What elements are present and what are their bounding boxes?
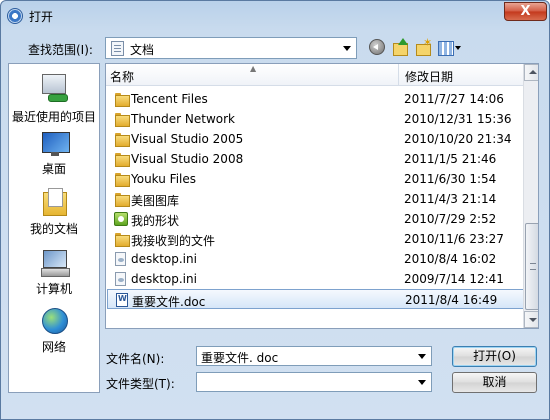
chevron-down-icon[interactable] — [418, 354, 426, 359]
place-label: 计算机 — [35, 282, 72, 296]
file-name: Youku Files — [131, 172, 197, 186]
file-date: 2009/7/14 12:41 — [404, 272, 504, 286]
scroll-up-icon[interactable] — [524, 64, 538, 81]
list-item[interactable]: Thunder Network 2010/12/31 15:36 — [107, 109, 524, 129]
title-bar[interactable]: 打开 X — [1, 1, 549, 31]
column-header-row: 名称 ▲ 修改日期 — [106, 64, 523, 86]
file-name: Thunder Network — [131, 112, 235, 126]
scrollbar-thumb[interactable] — [525, 223, 538, 310]
scroll-down-icon[interactable] — [524, 311, 538, 328]
file-date: 2010/12/31 15:36 — [404, 112, 512, 126]
app-icon — [7, 8, 23, 24]
documents-folder-icon — [111, 41, 124, 56]
file-type-dropdown[interactable] — [196, 372, 432, 392]
column-header-date-modified[interactable]: 修改日期 — [405, 68, 453, 85]
file-date: 2011/7/27 14:06 — [404, 92, 504, 106]
up-folder-icon[interactable] — [393, 38, 409, 57]
file-date: 2011/6/30 1:54 — [404, 172, 497, 186]
place-computer[interactable]: 计算机 — [9, 250, 99, 296]
folder-icon — [115, 233, 130, 247]
place-label: 网络 — [41, 340, 66, 354]
list-item[interactable]: Tencent Files 2011/7/27 14:06 — [107, 89, 524, 109]
list-item[interactable]: 我接收到的文件 2010/11/6 23:27 — [107, 229, 524, 249]
file-name: 我接收到的文件 — [131, 234, 216, 248]
list-item[interactable]: desktop.ini 2010/8/4 16:02 — [107, 249, 524, 269]
column-divider[interactable] — [398, 64, 399, 86]
desktop-icon — [42, 132, 70, 158]
list-item-selected[interactable]: 重要文件.doc 2011/8/4 16:49 — [107, 289, 524, 309]
column-header-name[interactable]: 名称 — [110, 68, 134, 85]
folder-icon — [115, 153, 130, 167]
file-name: Visual Studio 2005 — [131, 132, 244, 146]
list-item[interactable]: Youku Files 2011/6/30 1:54 — [107, 169, 524, 189]
window-title: 打开 — [29, 10, 54, 24]
recent-items-icon — [40, 72, 68, 102]
network-icon — [42, 308, 68, 334]
file-name: desktop.ini — [131, 272, 197, 286]
file-type-label: 文件类型(T): — [106, 377, 175, 391]
place-label: 桌面 — [41, 162, 66, 176]
open-file-dialog: 打开 X 查找范围(I): 文档 最近使用的项目 桌面 我的文档 计算机 网络 — [0, 0, 550, 420]
settings-file-icon — [115, 272, 126, 286]
look-in-label: 查找范围(I): — [28, 43, 93, 57]
folder-icon — [115, 173, 130, 187]
file-name-input[interactable]: 重要文件. doc — [196, 346, 432, 366]
back-icon[interactable] — [369, 39, 385, 55]
cancel-button[interactable]: 取消 — [452, 372, 537, 393]
file-date: 2011/1/5 21:46 — [404, 152, 497, 166]
new-folder-icon[interactable] — [416, 36, 432, 57]
file-name: Tencent Files — [131, 92, 208, 106]
look-in-dropdown[interactable]: 文档 — [105, 37, 357, 59]
file-date: 2011/8/4 16:49 — [405, 293, 498, 307]
open-button[interactable]: 打开(O) — [452, 346, 537, 367]
place-label: 最近使用的项目 — [11, 110, 96, 124]
list-item[interactable]: desktop.ini 2009/7/14 12:41 — [107, 269, 524, 289]
computer-icon — [41, 250, 70, 277]
chevron-down-icon[interactable] — [418, 380, 426, 385]
look-in-value: 文档 — [130, 43, 155, 57]
place-network[interactable]: 网络 — [9, 308, 99, 354]
file-name: Visual Studio 2008 — [131, 152, 244, 166]
folder-icon — [115, 113, 130, 127]
file-name-label: 文件名(N): — [106, 352, 165, 366]
list-item[interactable]: Visual Studio 2008 2011/1/5 21:46 — [107, 149, 524, 169]
folder-icon — [115, 133, 130, 147]
shapes-folder-icon — [114, 212, 128, 226]
file-date: 2010/10/20 21:34 — [404, 132, 512, 146]
file-name: 重要文件.doc — [132, 295, 206, 309]
file-name-value: 重要文件. doc — [201, 351, 279, 365]
sort-ascending-icon: ▲ — [250, 64, 257, 73]
file-name: 我的形状 — [131, 214, 180, 228]
places-bar: 最近使用的项目 桌面 我的文档 计算机 网络 — [8, 63, 100, 393]
file-date: 2010/11/6 23:27 — [404, 232, 504, 246]
close-button[interactable]: X — [504, 2, 547, 21]
word-document-icon — [116, 293, 128, 307]
file-date: 2011/4/3 21:14 — [404, 192, 497, 206]
file-date: 2010/7/29 2:52 — [404, 212, 497, 226]
folder-icon — [115, 93, 130, 107]
settings-file-icon — [115, 252, 126, 266]
views-menu-icon[interactable] — [438, 39, 462, 57]
list-item[interactable]: 我的形状 2010/7/29 2:52 — [107, 209, 524, 229]
file-date: 2010/8/4 16:02 — [404, 252, 497, 266]
file-name: desktop.ini — [131, 252, 197, 266]
chevron-down-icon[interactable] — [343, 46, 351, 51]
file-list[interactable]: 名称 ▲ 修改日期 Tencent Files 2011/7/27 14:06 … — [105, 63, 539, 329]
place-label: 我的文档 — [29, 222, 78, 236]
place-desktop[interactable]: 桌面 — [9, 132, 99, 176]
place-recent-items[interactable]: 最近使用的项目 — [9, 72, 99, 128]
my-documents-icon — [43, 188, 67, 216]
folder-icon — [115, 193, 130, 207]
list-item[interactable]: Visual Studio 2005 2010/10/20 21:34 — [107, 129, 524, 149]
file-name: 美图图库 — [131, 194, 180, 208]
place-my-documents[interactable]: 我的文档 — [9, 188, 99, 236]
list-item[interactable]: 美图图库 2011/4/3 21:14 — [107, 189, 524, 209]
vertical-scrollbar[interactable] — [523, 64, 538, 328]
